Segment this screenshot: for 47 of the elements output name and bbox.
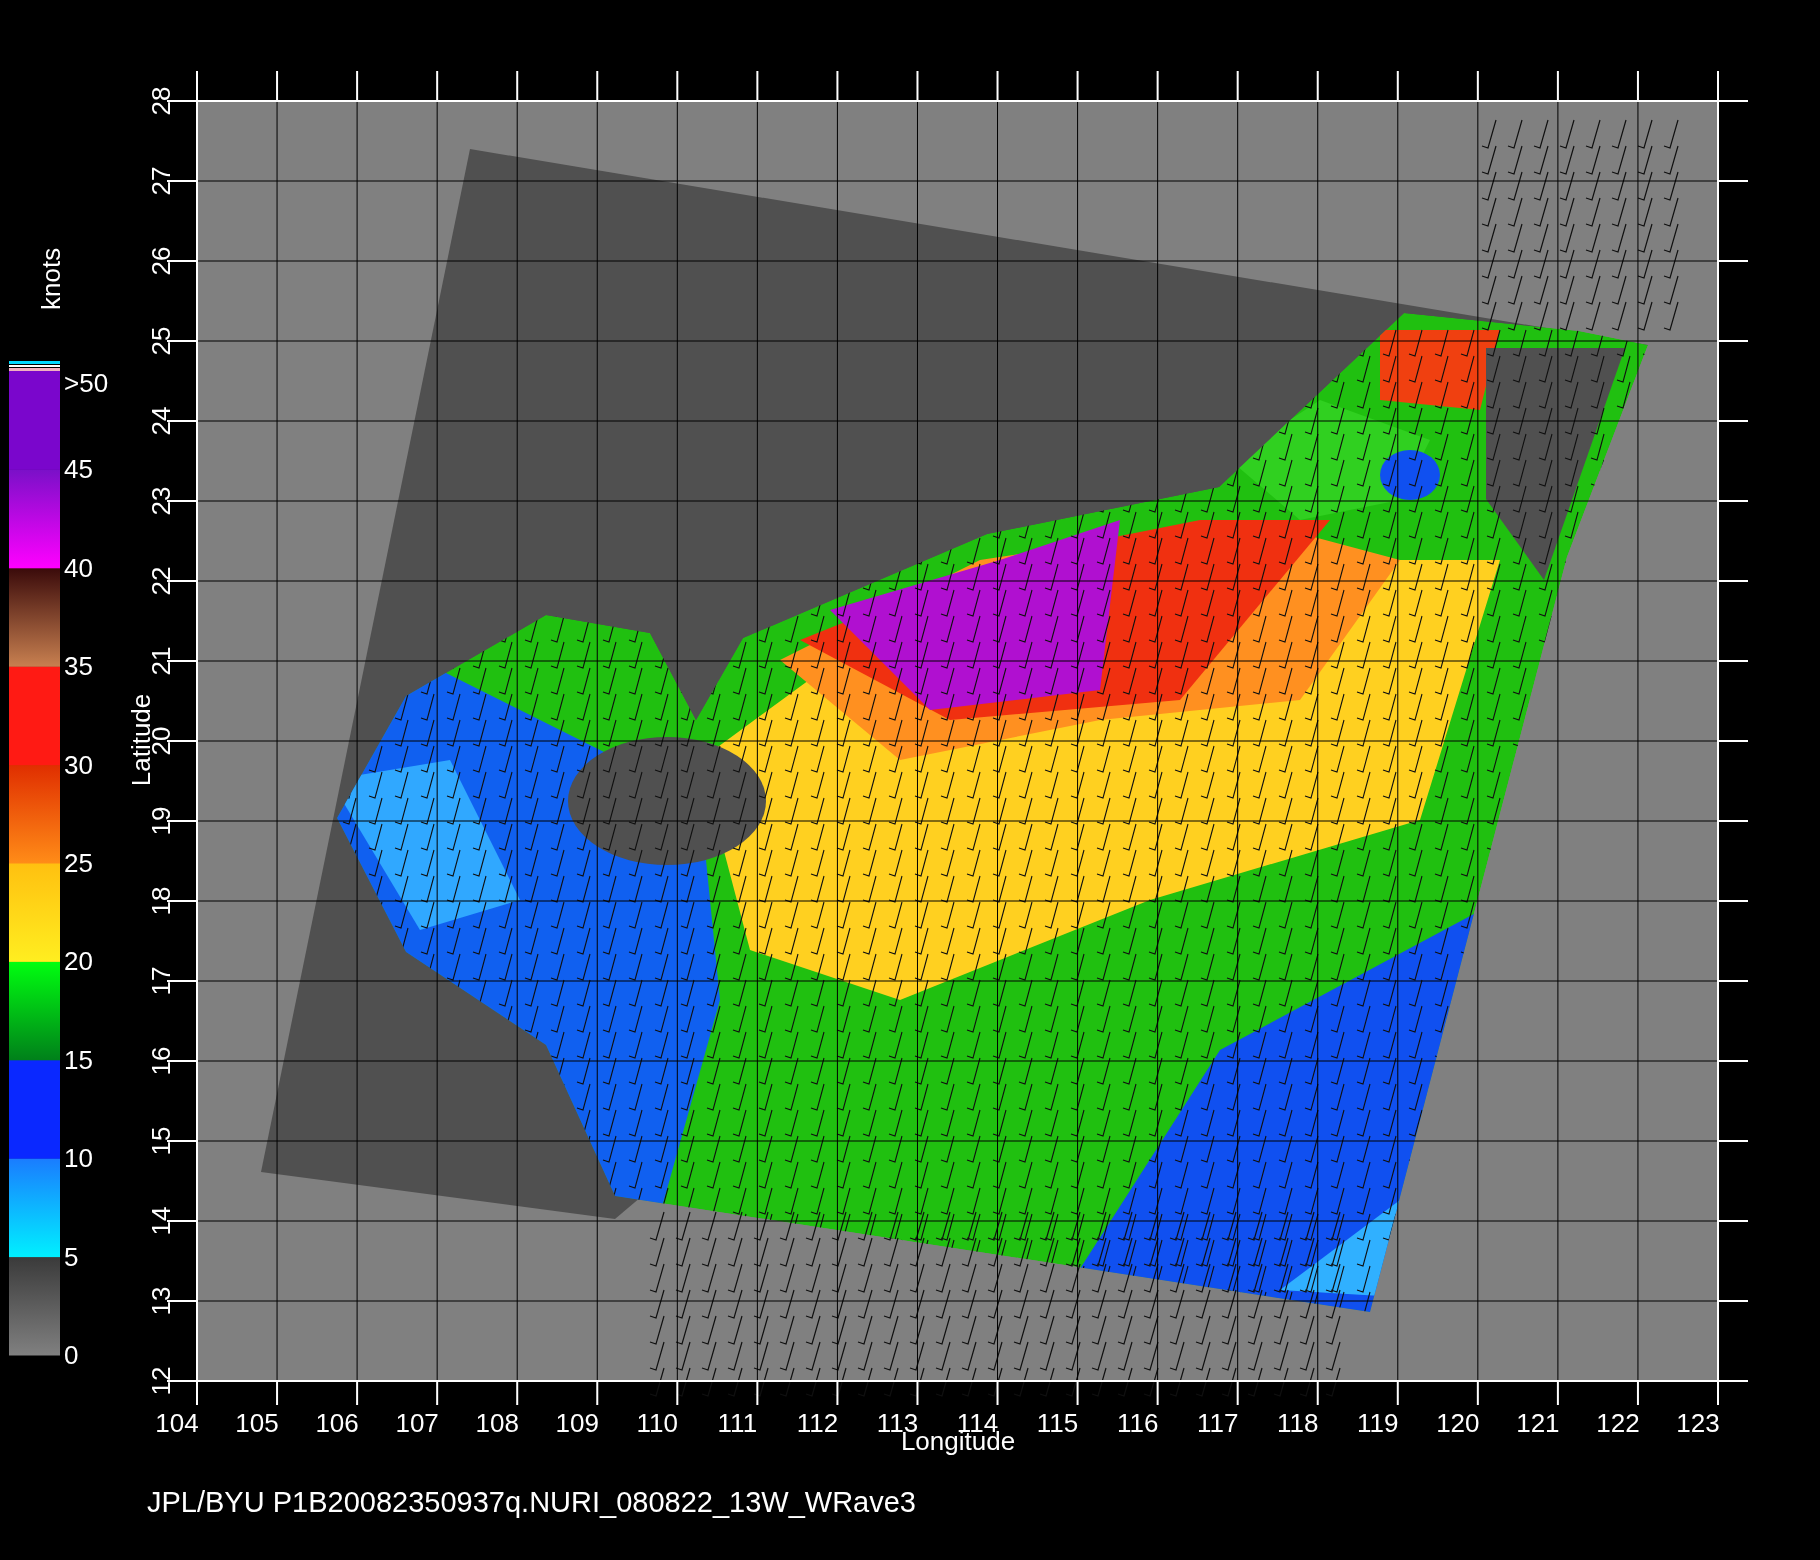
tick-label: 17 <box>146 966 176 996</box>
tick-label: 109 <box>555 1408 599 1438</box>
colorbar-label: >50 <box>64 368 109 398</box>
colorbar-label: 10 <box>64 1143 93 1174</box>
tick-label: 122 <box>1596 1408 1640 1438</box>
tick-label: 121 <box>1516 1408 1560 1438</box>
tick-label: 107 <box>395 1408 439 1438</box>
colorbar-label: 0 <box>64 1340 79 1370</box>
tick-label: 24 <box>146 406 176 436</box>
tick-label: 18 <box>146 886 176 916</box>
colorbar-label: 30 <box>64 749 93 780</box>
colorbar-label: 20 <box>64 946 93 977</box>
tick-label: 106 <box>315 1408 359 1438</box>
colorbar-label: 25 <box>64 848 93 878</box>
tick-label: 16 <box>146 1046 176 1076</box>
colorbar-label: 35 <box>64 651 93 682</box>
tick-label: 119 <box>1357 1408 1399 1438</box>
caption: JPL/BYU P1B20082350937q.NURI_080822_13W_WRave3 <box>147 1486 916 1518</box>
colorbar-label: 5 <box>64 1241 79 1272</box>
tick-label: 21 <box>146 646 176 676</box>
tick-label: 115 <box>1036 1408 1079 1438</box>
colorbar-label: 40 <box>64 552 93 583</box>
tick-label: 110 <box>636 1408 679 1438</box>
tick-label: 25 <box>146 326 176 356</box>
tick-label: 23 <box>146 486 176 516</box>
tick-label: 104 <box>155 1408 199 1438</box>
tick-label: 123 <box>1676 1408 1720 1438</box>
tick-label: 112 <box>796 1408 839 1438</box>
tick-label: 13 <box>146 1286 176 1316</box>
tick-label: 111 <box>717 1408 758 1438</box>
tick-label: 12 <box>146 1366 176 1396</box>
tick-label: 14 <box>146 1206 176 1236</box>
tick-label: 28 <box>146 86 176 116</box>
tick-label: 19 <box>146 806 176 836</box>
tick-label: 26 <box>146 246 176 276</box>
tick-label: 120 <box>1436 1408 1480 1438</box>
tick-label: 116 <box>1116 1408 1159 1438</box>
tick-label: 22 <box>146 566 176 596</box>
colorbar-label: 15 <box>64 1044 93 1075</box>
colorbar-title: knots <box>36 247 66 310</box>
tick-label: 118 <box>1277 1408 1319 1438</box>
tick-label: 15 <box>146 1126 176 1156</box>
colorbar-label: 45 <box>64 454 93 485</box>
tick-label: 117 <box>1196 1408 1239 1438</box>
tick-label: 108 <box>475 1408 519 1438</box>
tick-label: 27 <box>146 166 176 196</box>
tick-label: 105 <box>235 1408 279 1438</box>
